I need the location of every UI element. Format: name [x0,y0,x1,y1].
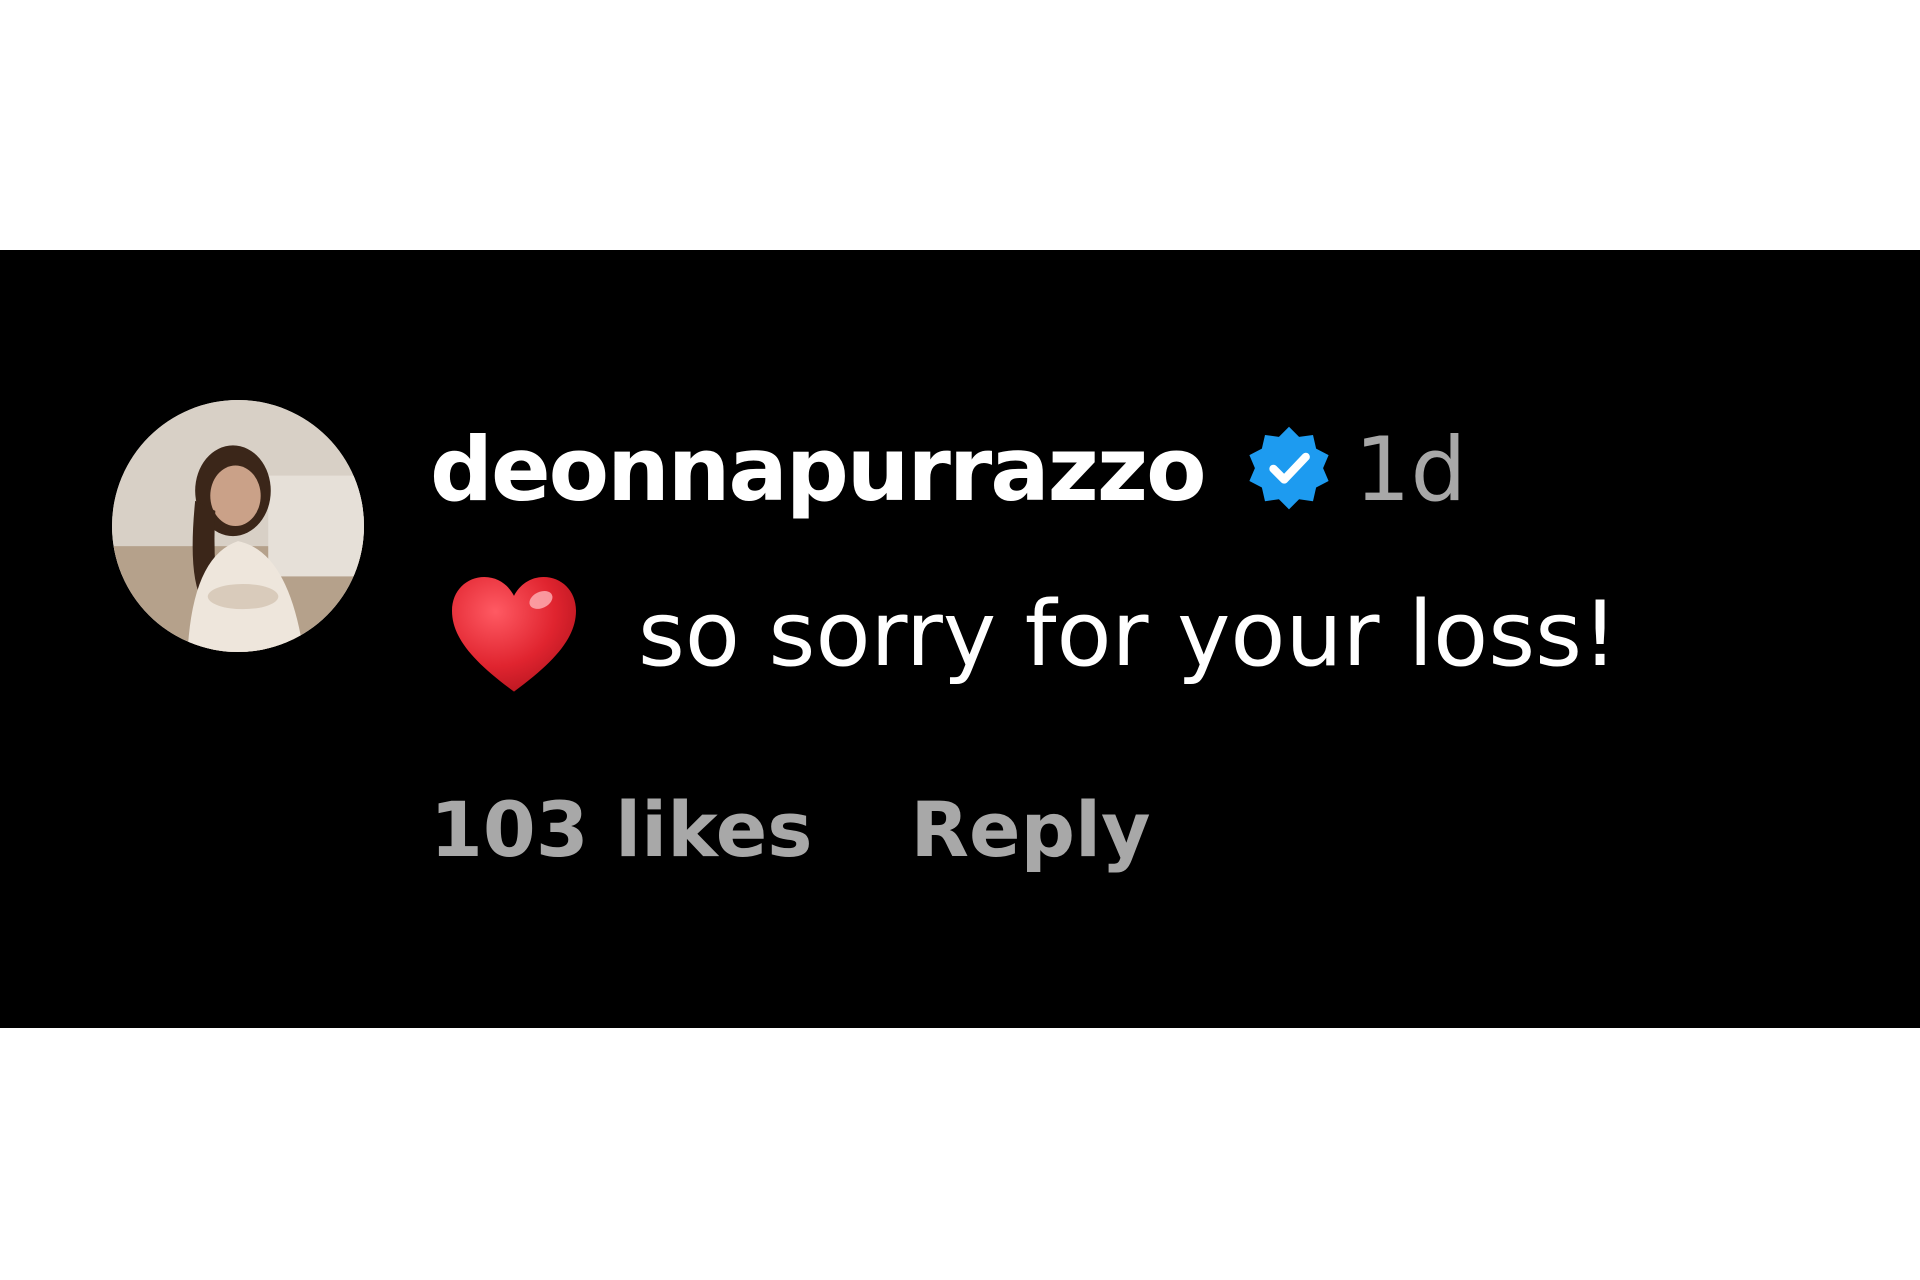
username-link[interactable]: deonnapurrazzo [430,426,1207,514]
likes-count-button[interactable]: 103 likes [430,792,813,868]
avatar[interactable] [112,400,364,652]
timestamp[interactable]: 1d [1355,426,1467,514]
comment-header: deonnapurrazzo 1d [430,420,1466,520]
comment-item: deonnapurrazzo 1d so sorry for your loss… [0,250,1920,1028]
red-heart-icon [446,573,582,697]
comment-body: so sorry for your loss! [446,570,1618,700]
reply-button[interactable]: Reply [911,792,1151,868]
verified-badge-icon [1241,422,1337,518]
page: deonnapurrazzo 1d so sorry for your loss… [0,0,1920,1280]
avatar-photo [112,400,364,652]
comment-actions: 103 likes Reply [430,780,1151,880]
comment-text: so sorry for your loss! [638,582,1619,687]
